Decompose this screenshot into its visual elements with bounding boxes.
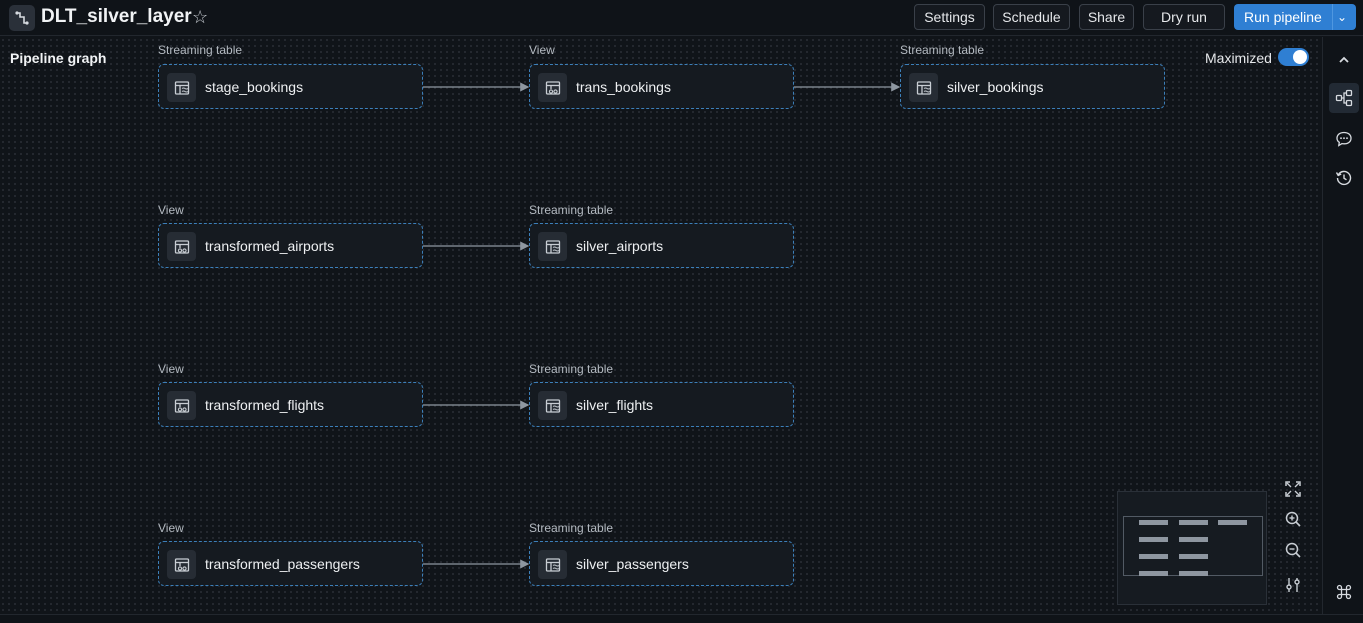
minimap-node bbox=[1139, 554, 1168, 559]
minimap-node bbox=[1179, 571, 1208, 576]
streaming-table-icon bbox=[538, 550, 567, 579]
node-stage-bookings[interactable]: stage_bookings bbox=[158, 64, 423, 109]
node-transformed-airports[interactable]: transformed_airports bbox=[158, 223, 423, 268]
streaming-table-icon bbox=[538, 232, 567, 261]
node-type-label: Streaming table bbox=[158, 43, 243, 57]
node-silver-airports[interactable]: silver_airports bbox=[529, 223, 794, 268]
settings-sliders-icon[interactable] bbox=[1280, 572, 1306, 598]
node-silver-bookings[interactable]: silver_bookings bbox=[900, 64, 1165, 109]
minimap-node bbox=[1179, 554, 1208, 559]
node-type-label: View bbox=[529, 43, 555, 57]
view-icon bbox=[167, 391, 196, 420]
command-icon[interactable] bbox=[1329, 577, 1359, 607]
streaming-table-icon bbox=[538, 391, 567, 420]
node-type-label: View bbox=[158, 521, 184, 535]
node-transformed-flights[interactable]: transformed_flights bbox=[158, 382, 423, 427]
zoom-controls bbox=[1276, 473, 1310, 605]
node-name: silver_flights bbox=[576, 397, 654, 413]
node-type-label: Streaming table bbox=[529, 521, 614, 535]
minimap-viewport[interactable] bbox=[1123, 516, 1263, 576]
minimap-node bbox=[1139, 520, 1168, 525]
node-trans-bookings[interactable]: trans_bookings bbox=[529, 64, 794, 109]
fit-view-icon[interactable] bbox=[1280, 476, 1306, 502]
streaming-table-icon bbox=[167, 73, 196, 102]
view-icon bbox=[167, 232, 196, 261]
zoom-in-icon[interactable] bbox=[1280, 506, 1306, 532]
node-name: transformed_flights bbox=[205, 397, 325, 413]
minimap[interactable] bbox=[1117, 491, 1267, 605]
comment-icon[interactable] bbox=[1329, 124, 1359, 154]
node-name: silver_airports bbox=[576, 238, 664, 254]
node-type-label: View bbox=[158, 362, 184, 376]
node-name: trans_bookings bbox=[576, 79, 671, 95]
zoom-out-icon[interactable] bbox=[1280, 537, 1306, 563]
history-icon[interactable] bbox=[1329, 163, 1359, 193]
minimap-node bbox=[1139, 537, 1168, 542]
node-type-label: View bbox=[158, 203, 184, 217]
streaming-table-icon bbox=[909, 73, 938, 102]
node-name: silver_passengers bbox=[576, 556, 689, 572]
minimap-node bbox=[1218, 520, 1247, 525]
node-name: transformed_airports bbox=[205, 238, 335, 254]
node-type-label: Streaming table bbox=[529, 203, 614, 217]
node-name: transformed_passengers bbox=[205, 556, 360, 572]
node-type-label: Streaming table bbox=[529, 362, 614, 376]
collapse-chevron-icon[interactable] bbox=[1329, 45, 1359, 75]
minimap-node bbox=[1179, 537, 1208, 542]
view-icon bbox=[167, 550, 196, 579]
view-icon bbox=[538, 73, 567, 102]
node-name: stage_bookings bbox=[205, 79, 304, 95]
graph-icon[interactable] bbox=[1329, 83, 1359, 113]
node-silver-passengers[interactable]: silver_passengers bbox=[529, 541, 794, 586]
node-type-label: Streaming table bbox=[900, 43, 985, 57]
right-rail bbox=[1322, 37, 1363, 615]
node-transformed-passengers[interactable]: transformed_passengers bbox=[158, 541, 423, 586]
minimap-node bbox=[1139, 571, 1168, 576]
node-silver-flights[interactable]: silver_flights bbox=[529, 382, 794, 427]
node-name: silver_bookings bbox=[947, 79, 1044, 95]
minimap-node bbox=[1179, 520, 1208, 525]
